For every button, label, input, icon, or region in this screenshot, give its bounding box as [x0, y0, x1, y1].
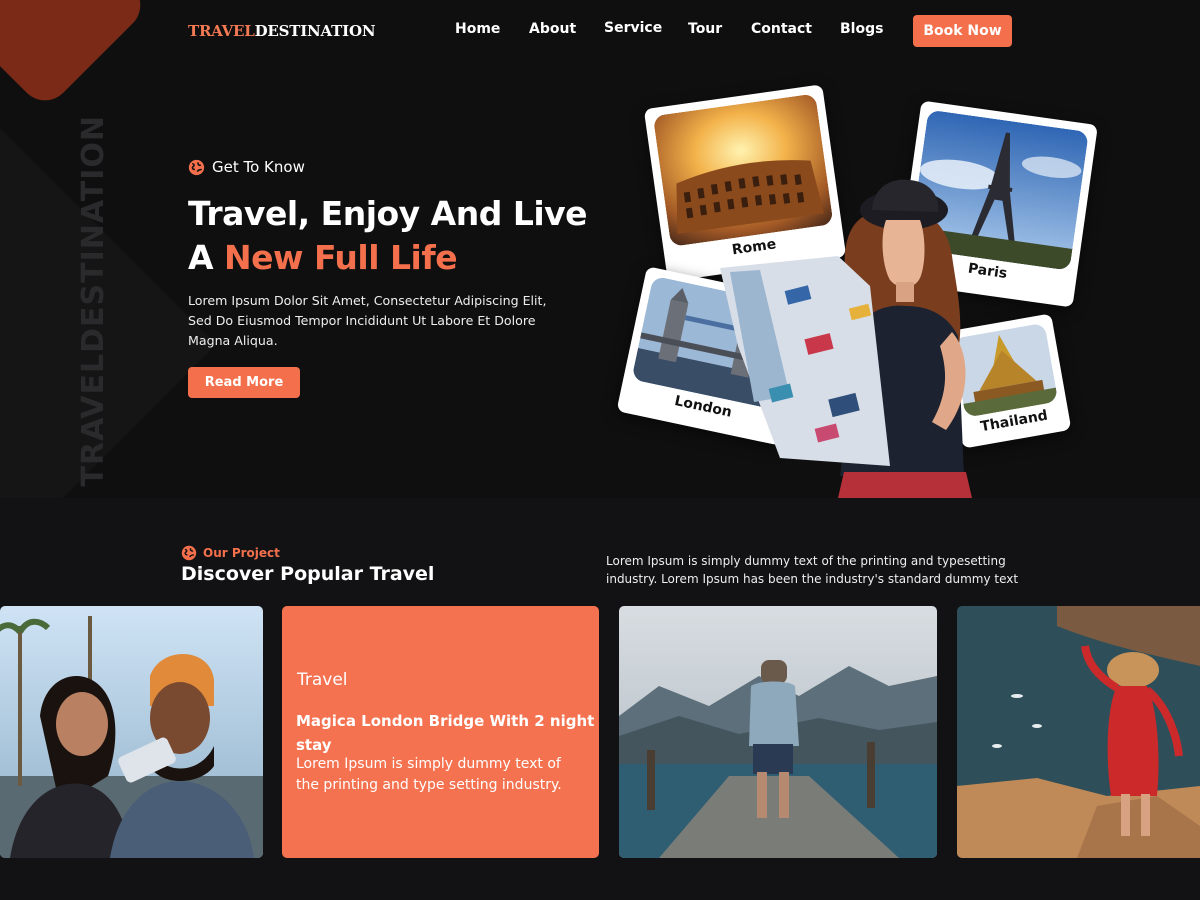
- globe-icon: [188, 159, 205, 175]
- projects-eyebrow-text: Our Project: [203, 546, 280, 560]
- nav-tour[interactable]: Tour: [688, 21, 722, 37]
- coast-woman-hat-photo: [957, 606, 1200, 858]
- book-now-button[interactable]: Book Now: [913, 15, 1012, 47]
- projects-eyebrow: Our Project: [181, 545, 280, 561]
- hero-headline-line1: Travel, Enjoy And Live: [188, 194, 588, 233]
- featured-card-label: Travel: [297, 670, 348, 690]
- decorative-corner-shape: [0, 0, 152, 112]
- travel-card-couple-selfie[interactable]: [0, 606, 263, 858]
- projects-description: Lorem Ipsum is simply dummy text of the …: [606, 554, 1019, 586]
- traveler-woman-illustration: [720, 176, 990, 498]
- hero-section: TRAVELDESTINATION TRAVELDESTINATION Home…: [0, 0, 1200, 498]
- brand-logo-part1: TRAVEL: [188, 22, 255, 40]
- hero-headline-line2: A New Full Life: [188, 236, 587, 280]
- travel-card-lake-pier[interactable]: [619, 606, 937, 858]
- featured-card-text: Lorem Ipsum is simply dummy text of the …: [296, 756, 562, 793]
- nav-service[interactable]: Service: [604, 20, 662, 36]
- lake-pier-photo: [619, 606, 937, 858]
- nav-about[interactable]: About: [529, 21, 576, 37]
- hero-eyebrow: Get To Know: [188, 158, 305, 176]
- nav-blogs[interactable]: Blogs: [840, 21, 883, 37]
- hero-headline-highlight: New Full Life: [224, 238, 458, 277]
- hero-description: Lorem Ipsum Dolor Sit Amet, Consectetur …: [188, 293, 547, 348]
- brand-logo-part2: DESTINATION: [254, 22, 376, 40]
- nav-home[interactable]: Home: [455, 21, 500, 37]
- nav-contact[interactable]: Contact: [751, 21, 812, 37]
- hero-headline: Travel, Enjoy And Live A New Full Life: [188, 192, 588, 280]
- featured-card-title: Magica London Bridge With 2 night stay: [296, 712, 595, 754]
- globe-icon: [181, 545, 197, 561]
- brand-logo[interactable]: TRAVELDESTINATION: [188, 22, 376, 40]
- read-more-button[interactable]: Read More: [188, 367, 300, 398]
- hero-headline-prefix: A: [188, 238, 225, 277]
- featured-travel-card[interactable]: Travel Magica London Bridge With 2 night…: [282, 606, 599, 858]
- couple-selfie-photo: [0, 606, 263, 858]
- projects-title: Discover Popular Travel: [181, 563, 435, 585]
- hero-eyebrow-text: Get To Know: [212, 158, 305, 176]
- travel-card-coast-hat[interactable]: [957, 606, 1200, 858]
- vertical-brand-watermark: TRAVELDESTINATION: [76, 115, 111, 487]
